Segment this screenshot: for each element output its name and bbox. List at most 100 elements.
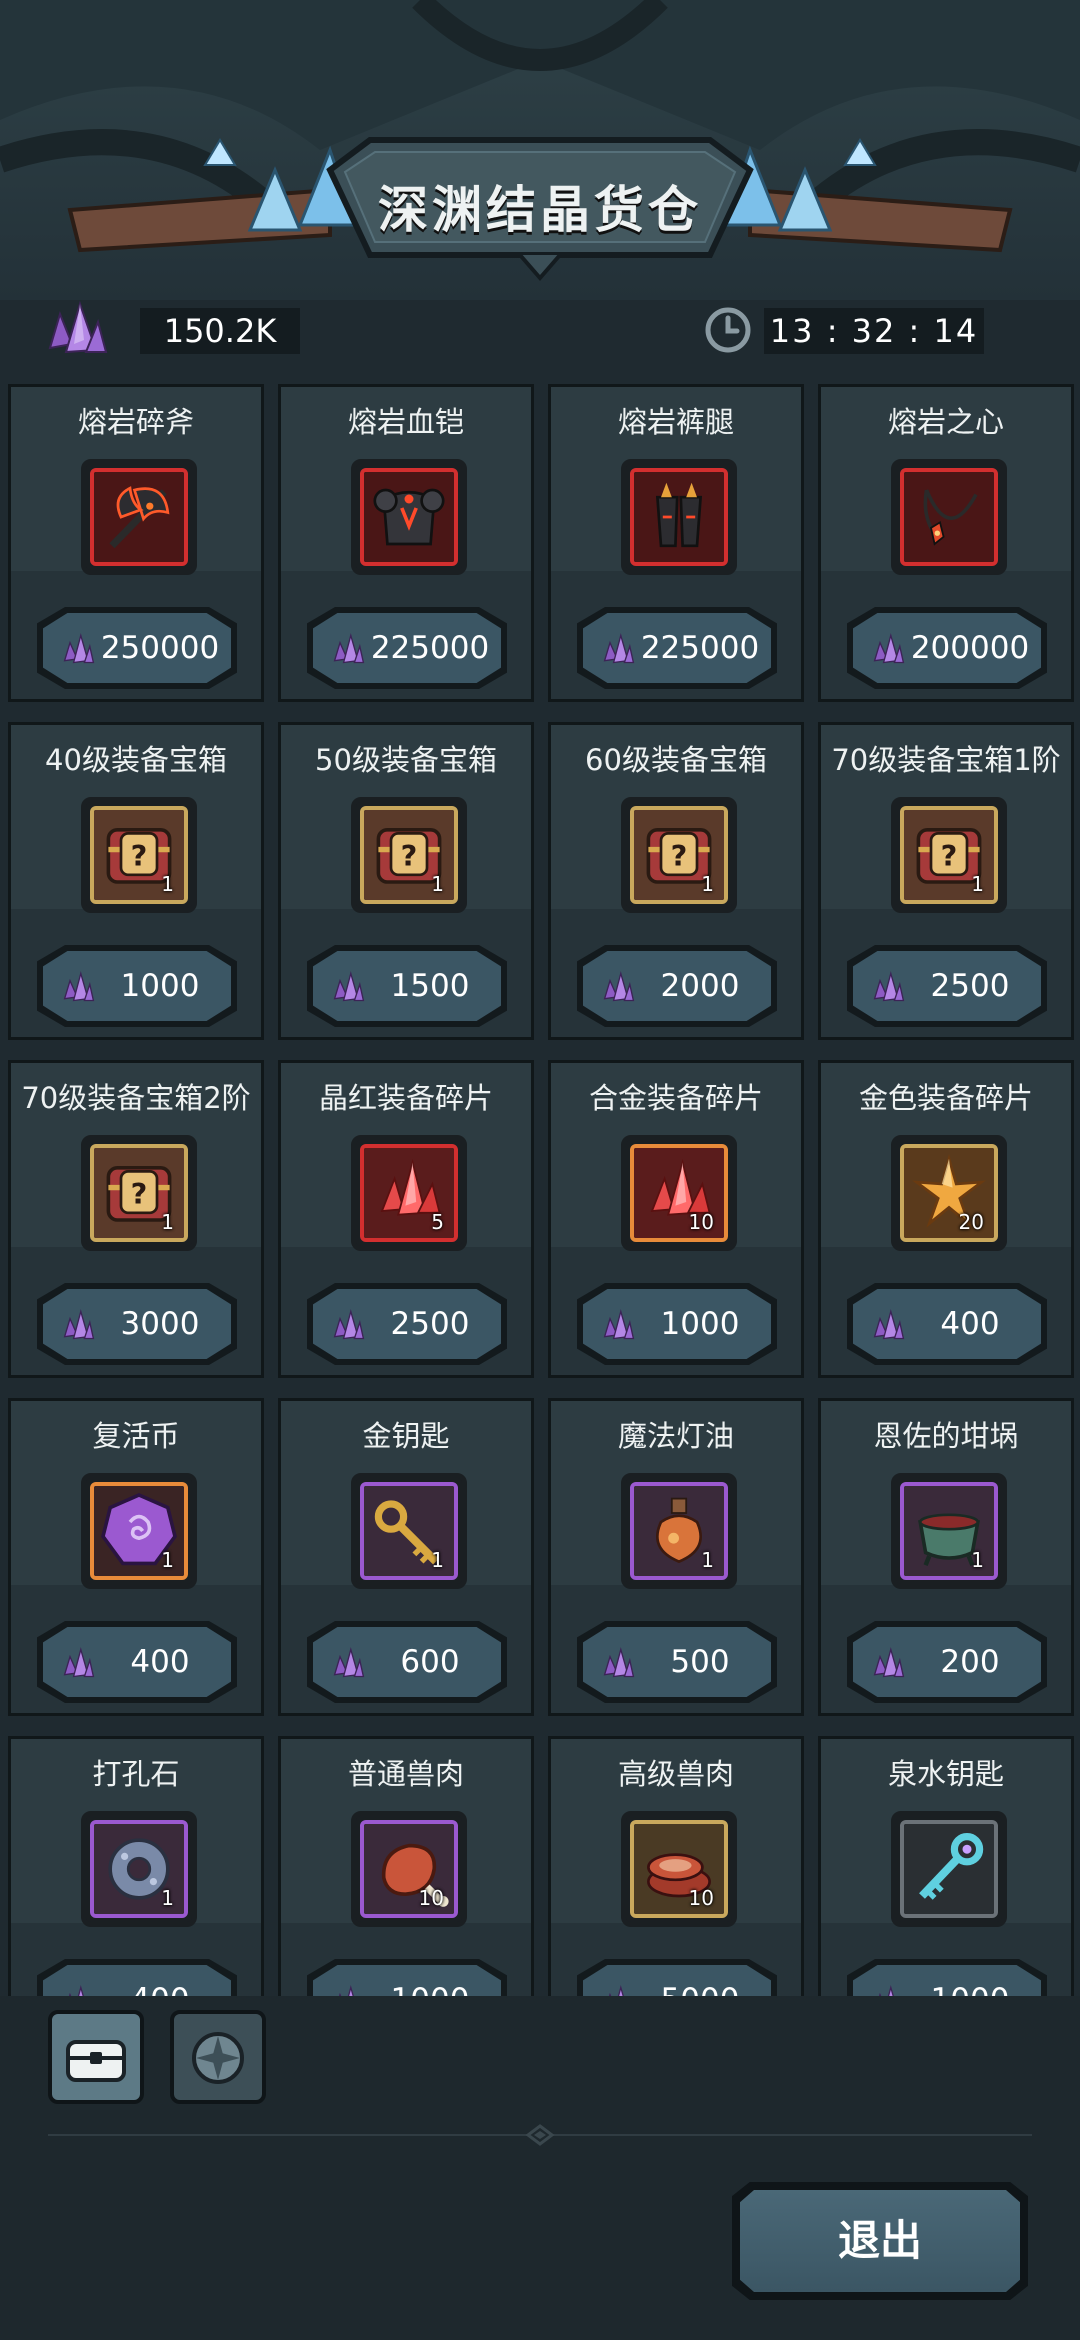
item-icon-frame[interactable] (81, 459, 197, 575)
price-button[interactable]: 200000 (847, 607, 1047, 689)
price-button[interactable]: 1500 (307, 945, 507, 1027)
shop-item-card[interactable]: 晶红装备碎片 5 2500 (278, 1060, 534, 1378)
page-title: 深渊结晶货仓 (378, 181, 702, 239)
price-pill: 250000 (43, 613, 231, 683)
item-name: 金色装备碎片 (858, 1081, 1033, 1115)
abyss-crystal-icon (48, 300, 108, 354)
item-icon-frame[interactable]: 10 (621, 1811, 737, 1927)
item-count: 1 (161, 872, 174, 896)
item-name: 金钥匙 (362, 1419, 450, 1453)
item-icon-border: 1 (630, 1482, 728, 1580)
svg-text:?: ? (671, 839, 688, 873)
price-button[interactable]: 500 (577, 1621, 777, 1703)
item-icon-frame[interactable]: ? 1 (81, 1135, 197, 1251)
price-button[interactable]: 2500 (847, 945, 1047, 1027)
shop-item-card[interactable]: 70级装备宝箱1阶 ? 1 2500 (818, 722, 1074, 1040)
item-icon-frame[interactable]: 1 (351, 1473, 467, 1589)
price-button[interactable]: 5000 (577, 1959, 777, 1996)
shop-item-card[interactable]: 金钥匙 1 600 (278, 1398, 534, 1716)
shop-item-card[interactable]: 40级装备宝箱? 1 1000 (8, 722, 264, 1040)
shop-item-card[interactable]: 熔岩裤腿 225000 (548, 384, 804, 702)
item-icon-frame[interactable]: ? 1 (621, 797, 737, 913)
item-icon-frame[interactable]: 1 (81, 1473, 197, 1589)
item-icon-frame[interactable] (891, 459, 1007, 575)
price-pill: 1000 (583, 1289, 771, 1359)
svg-text:?: ? (941, 839, 958, 873)
currency-amount: 150.2K (140, 308, 300, 354)
price-pill: 2500 (313, 1289, 501, 1359)
price-pill: 1500 (313, 951, 501, 1021)
shop-item-card[interactable]: 金色装备碎片 20 400 (818, 1060, 1074, 1378)
item-icon-frame[interactable]: 1 (621, 1473, 737, 1589)
price-button[interactable]: 1000 (847, 1959, 1047, 1996)
item-icon-border (360, 468, 458, 566)
shop-item-card[interactable]: 合金装备碎片 10 1000 (548, 1060, 804, 1378)
price-button[interactable]: 400 (37, 1621, 237, 1703)
item-icon-border (90, 468, 188, 566)
shop-item-card[interactable]: 熔岩之心 200000 (818, 384, 1074, 702)
shop-item-card[interactable]: 打孔石 1 400 (8, 1736, 264, 1996)
price-button[interactable]: 2500 (307, 1283, 507, 1365)
price-button[interactable]: 1000 (307, 1959, 507, 1996)
item-icon-frame[interactable]: 1 (891, 1473, 1007, 1589)
compass-tab-icon (192, 2032, 244, 2084)
spring-key-icon (904, 1824, 994, 1914)
price-button[interactable]: 400 (37, 1959, 237, 1996)
price-pill: 200 (853, 1627, 1041, 1697)
price-button[interactable]: 2000 (577, 945, 777, 1027)
shop-item-card[interactable]: 复活币 1 400 (8, 1398, 264, 1716)
svg-text:?: ? (131, 839, 148, 873)
item-icon-frame[interactable]: 5 (351, 1135, 467, 1251)
shop-item-card[interactable]: 60级装备宝箱? 1 2000 (548, 722, 804, 1040)
item-icon-frame[interactable] (891, 1811, 1007, 1927)
lava-amulet-icon (904, 472, 994, 562)
shop-item-card[interactable]: 熔岩碎斧 250000 (8, 384, 264, 702)
price-button[interactable]: 200 (847, 1621, 1047, 1703)
price-value: 2500 (390, 1306, 470, 1342)
item-icon-frame[interactable]: 20 (891, 1135, 1007, 1251)
item-icon-border: 10 (630, 1144, 728, 1242)
item-icon-border: ? 1 (630, 806, 728, 904)
tab-chest[interactable] (48, 2010, 144, 2104)
price-button[interactable]: 225000 (307, 607, 507, 689)
item-icon-frame[interactable]: ? 1 (891, 797, 1007, 913)
shop-item-card[interactable]: 70级装备宝箱2阶? 1 3000 (8, 1060, 264, 1378)
item-icon-frame[interactable]: 10 (351, 1811, 467, 1927)
price-pill: 5000 (583, 1965, 771, 1996)
price-pill: 400 (853, 1289, 1041, 1359)
item-icon-frame[interactable]: ? 1 (351, 797, 467, 913)
price-button[interactable]: 600 (307, 1621, 507, 1703)
price-pill: 600 (313, 1627, 501, 1697)
shop-item-card[interactable]: 熔岩血铠 225000 (278, 384, 534, 702)
item-name: 70级装备宝箱1阶 (831, 743, 1061, 777)
item-name: 魔法灯油 (617, 1419, 734, 1453)
abyss-crystal-icon (63, 1984, 95, 1996)
shop-item-card[interactable]: 普通兽肉 10 1000 (278, 1736, 534, 1996)
item-icon-frame[interactable]: 1 (81, 1811, 197, 1927)
shop-item-grid[interactable]: 熔岩碎斧 250000 熔岩血铠 225000 熔岩裤腿 225000 熔岩之心 200000… (8, 384, 1074, 1996)
item-icon-frame[interactable]: ? 1 (81, 797, 197, 913)
price-button[interactable]: 400 (847, 1283, 1047, 1365)
tab-compass[interactable] (170, 2010, 266, 2104)
item-name: 晶红装备碎片 (318, 1081, 493, 1115)
item-icon-frame[interactable] (621, 459, 737, 575)
price-button[interactable]: 250000 (37, 607, 237, 689)
shop-item-card[interactable]: 高级兽肉 10 5000 (548, 1736, 804, 1996)
price-button[interactable]: 3000 (37, 1283, 237, 1365)
price-button[interactable]: 225000 (577, 607, 777, 689)
shop-item-card[interactable]: 泉水钥匙 1000 (818, 1736, 1074, 1996)
shop-item-card[interactable]: 恩佐的坩埚 1 200 (818, 1398, 1074, 1716)
price-value: 2000 (660, 968, 740, 1004)
abyss-crystal-icon (873, 632, 905, 664)
item-icon-frame[interactable] (351, 459, 467, 575)
item-count: 1 (161, 1210, 174, 1234)
price-button[interactable]: 1000 (37, 945, 237, 1027)
shop-item-card[interactable]: 魔法灯油 1 500 (548, 1398, 804, 1716)
abyss-crystal-icon (873, 970, 905, 1002)
shop-item-card[interactable]: 50级装备宝箱? 1 1500 (278, 722, 534, 1040)
item-icon-frame[interactable]: 10 (621, 1135, 737, 1251)
item-count: 10 (688, 1886, 714, 1910)
exit-button[interactable]: 退出 (732, 2182, 1028, 2300)
svg-text:?: ? (401, 839, 418, 873)
price-button[interactable]: 1000 (577, 1283, 777, 1365)
